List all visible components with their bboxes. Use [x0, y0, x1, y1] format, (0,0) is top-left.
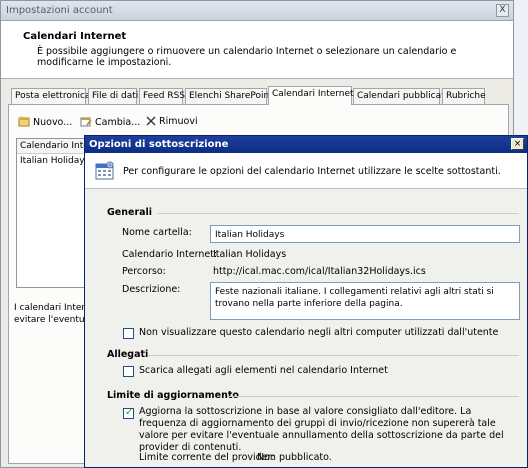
- update-subscription-checkbox[interactable]: ✓: [123, 407, 134, 419]
- download-attachments-checkbox[interactable]: [123, 366, 134, 377]
- tab-data-files[interactable]: File di dati: [88, 88, 138, 104]
- attachments-heading: Allegati: [107, 349, 149, 360]
- provider-limit-label: Limite corrente del provider:: [139, 452, 275, 463]
- tab-email[interactable]: Posta elettronica: [11, 88, 91, 104]
- tab-internet-calendars[interactable]: Calendari Internet: [268, 86, 354, 105]
- tab-sharepoint-lists[interactable]: Elenchi SharePoint: [185, 88, 273, 104]
- download-attachments-label: Scarica allegati agli elementi nel calen…: [139, 365, 388, 376]
- dialog-titlebar: Opzioni di sottoscrizione ×: [85, 136, 527, 153]
- dialog-intro: Per configurare le opzioni del calendari…: [85, 153, 527, 189]
- edit-calendar-icon: [80, 116, 92, 130]
- change-button[interactable]: Cambia...: [80, 116, 140, 130]
- remove-x-icon: [146, 116, 156, 129]
- dialog-title: Opzioni di sottoscrizione: [89, 139, 229, 150]
- section-title: Calendari Internet: [23, 31, 127, 42]
- new-button[interactable]: Nuovo...: [18, 116, 72, 130]
- change-button-label: Cambia...: [95, 117, 141, 128]
- new-calendar-icon: [18, 116, 30, 130]
- calendar-note-line: I calendari Intern: [14, 303, 86, 313]
- list-item[interactable]: Italian Holidays: [17, 154, 85, 168]
- path-value: http://ical.mac.com/ical/Italian32Holida…: [213, 266, 426, 277]
- update-subscription-label: Aggiorna la sottoscrizione in base al va…: [139, 406, 504, 453]
- remove-button-label: Rimuovi: [159, 116, 198, 127]
- account-settings-titlebar: Impostazioni account X: [1, 1, 513, 21]
- path-label: Percorso:: [122, 266, 166, 277]
- account-settings-header: Calendari Internet È possibile aggiunger…: [1, 21, 513, 79]
- description-textarea[interactable]: Feste nazionali italiane. I collegamenti…: [210, 282, 520, 320]
- new-button-label: Nuovo...: [33, 117, 73, 128]
- calendar-icon: [95, 161, 115, 184]
- internet-calendar-value: Italian Holidays: [213, 249, 287, 260]
- folder-name-input[interactable]: Italian Holidays: [210, 225, 520, 243]
- checkmark-icon: ✓: [125, 407, 134, 418]
- tab-rss-feeds[interactable]: Feed RSS: [139, 88, 185, 104]
- calendar-list[interactable]: Calendario Interr Italian Holidays: [16, 138, 86, 288]
- attachments-divider: [148, 355, 519, 356]
- section-description: È possibile aggiungere o rimuovere un ca…: [37, 46, 457, 68]
- folder-name-label: Nome cartella:: [122, 227, 192, 238]
- close-icon[interactable]: X: [496, 4, 509, 17]
- tab-address-books[interactable]: Rubriche: [442, 88, 486, 104]
- window-title: Impostazioni account: [6, 5, 113, 16]
- calendar-note: I calendari Intern evitare l'eventual: [14, 302, 86, 326]
- provider-limit-value: Non pubblicato.: [257, 452, 332, 463]
- list-column-header[interactable]: Calendario Interr: [17, 139, 85, 154]
- update-limit-divider: [227, 396, 519, 397]
- remove-button[interactable]: Rimuovi: [146, 116, 198, 129]
- dialog-intro-text: Per configurare le opzioni del calendari…: [123, 166, 501, 177]
- subscription-options-dialog: Opzioni di sottoscrizione × Per configur…: [84, 135, 528, 468]
- no-display-checkbox[interactable]: [123, 328, 134, 339]
- general-heading: Generali: [107, 207, 153, 218]
- update-limit-heading: Limite di aggiornamento: [107, 390, 239, 401]
- no-display-label: Non visualizzare questo calendario negli…: [139, 327, 499, 338]
- calendar-note-line: evitare l'eventual: [14, 315, 86, 325]
- description-label: Descrizione:: [122, 284, 181, 295]
- tab-published-calendars[interactable]: Calendari pubblicati: [353, 88, 447, 104]
- general-divider: [157, 213, 519, 214]
- dialog-close-button[interactable]: ×: [511, 138, 524, 150]
- internet-calendar-label: Calendario Internet:: [122, 249, 218, 260]
